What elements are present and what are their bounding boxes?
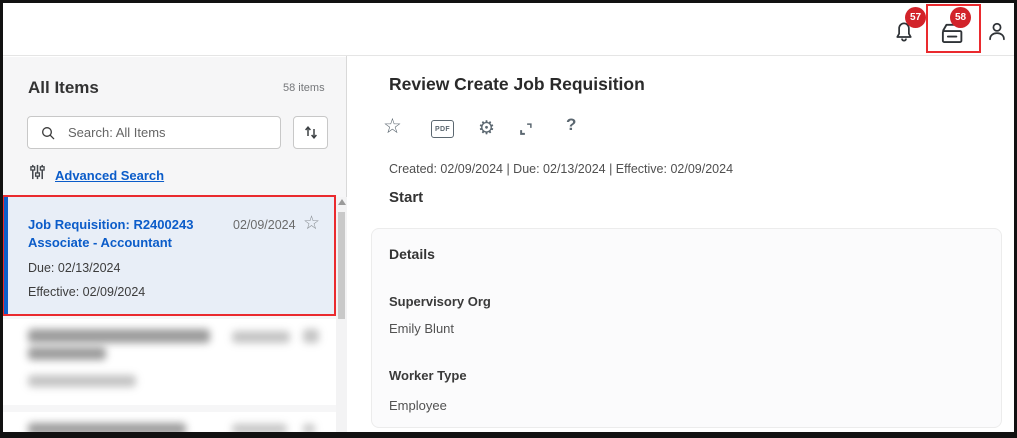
item-title-line2: Associate - Accountant — [28, 235, 172, 250]
blurred-text — [28, 375, 136, 387]
help-icon[interactable]: ? — [566, 115, 576, 135]
filter-sliders-icon — [29, 163, 46, 181]
frame-edge-bottom — [0, 432, 1017, 438]
sidebar-search-bar[interactable] — [27, 116, 281, 149]
inbox-item-date: 02/09/2024 — [233, 218, 296, 232]
frame-edge-top — [0, 0, 1017, 3]
app-window: ENU MEDLINE 57 58 All Items 58 items — [0, 0, 1017, 438]
items-count: 58 items — [283, 82, 325, 94]
field-label-worker-type: Worker Type — [389, 368, 467, 383]
item-title-line1: Job Requisition: R2400243 — [28, 217, 193, 232]
inbox-item-blurred[interactable] — [3, 319, 336, 405]
selected-item-accent-bar — [3, 197, 8, 314]
profile-button[interactable] — [984, 17, 1010, 45]
blurred-star — [303, 329, 319, 343]
details-heading: Details — [389, 246, 435, 262]
inbox-item-effective: Effective: 02/09/2024 — [28, 285, 145, 299]
task-meta-dates: Created: 02/09/2024 | Due: 02/13/2024 | … — [389, 162, 733, 176]
section-heading-start: Start — [389, 189, 423, 206]
sort-arrows-icon — [303, 124, 319, 141]
inbox-item-blurred[interactable] — [3, 412, 336, 432]
top-bar — [0, 0, 1017, 56]
field-value-supervisory-org: Emily Blunt — [389, 321, 454, 336]
notifications-badge: 57 — [905, 7, 926, 28]
inbox-badge: 58 — [950, 7, 971, 28]
frame-edge-left — [0, 0, 3, 438]
person-icon — [984, 17, 1010, 45]
sort-button[interactable] — [293, 116, 328, 149]
field-label-supervisory-org: Supervisory Org — [389, 294, 491, 309]
blurred-text — [28, 347, 106, 360]
gear-icon[interactable]: ⚙ — [478, 117, 495, 140]
field-value-worker-type: Employee — [389, 398, 447, 413]
details-card — [371, 228, 1002, 428]
advanced-search-link[interactable]: Advanced Search — [55, 168, 164, 183]
favorite-star-icon[interactable]: ☆ — [383, 114, 402, 139]
pdf-export-icon[interactable]: PDF — [431, 120, 454, 138]
inbox-item-due: Due: 02/13/2024 — [28, 261, 120, 275]
sidebar-scrollbar-thumb[interactable] — [338, 212, 345, 319]
expand-icon[interactable] — [517, 120, 535, 138]
scrollbar-up-arrow[interactable] — [338, 199, 346, 205]
sidebar-search-input[interactable] — [66, 124, 261, 141]
inbox-item-title[interactable]: Job Requisition: R2400243 Associate - Ac… — [28, 216, 228, 252]
page-title: Review Create Job Requisition — [389, 74, 645, 95]
blurred-text — [28, 329, 210, 343]
sidebar-title: All Items — [28, 78, 99, 98]
search-icon — [40, 125, 56, 141]
blurred-date — [232, 331, 290, 343]
favorite-star-icon[interactable]: ☆ — [303, 212, 320, 235]
